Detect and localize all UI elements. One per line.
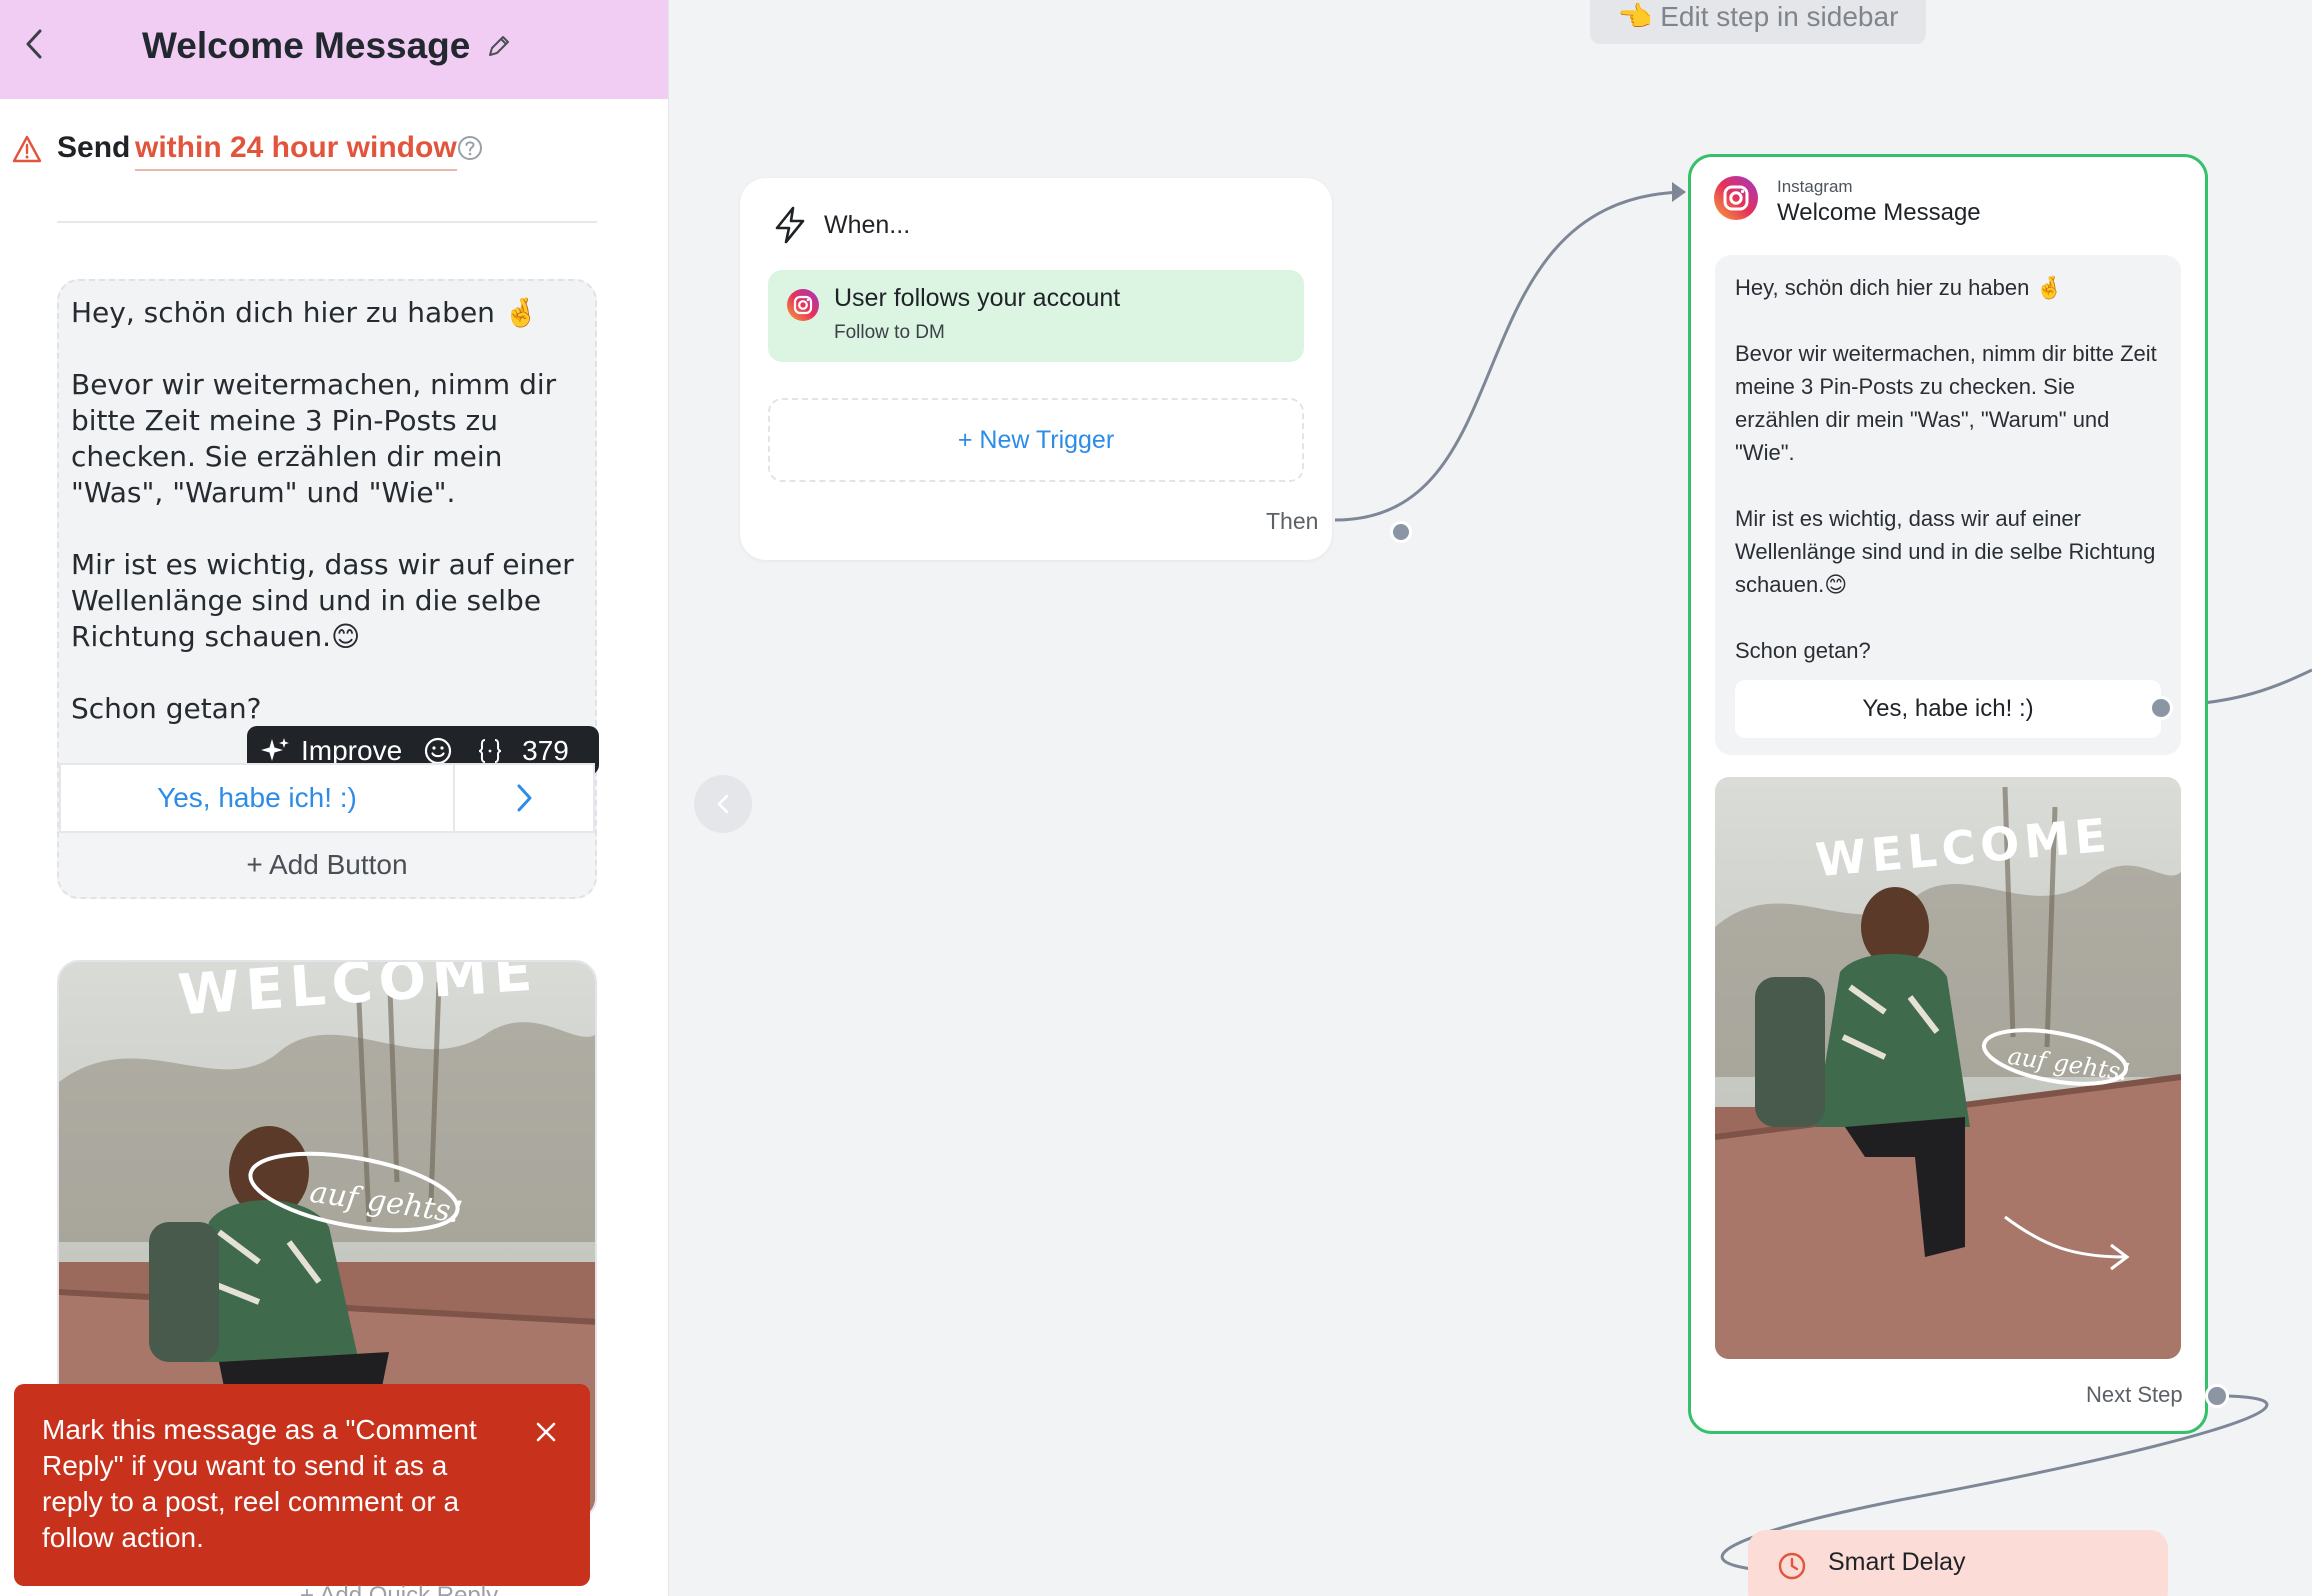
trigger-title: User follows your account (834, 284, 1121, 312)
message-preview-text: Hey, schön dich hier zu haben 🤞 Bevor wi… (1735, 275, 2157, 663)
then-label: Then (1266, 508, 1319, 534)
sidebar-header: Welcome Message (0, 0, 668, 99)
clock-icon (1778, 1552, 1806, 1580)
chevron-left-icon (717, 794, 729, 814)
trigger-heading: When... (824, 210, 911, 239)
message-bubble: Hey, schön dich hier zu haben 🤞 Bevor wi… (1715, 255, 2181, 755)
instagram-icon (787, 289, 819, 321)
sparkles-icon (261, 737, 289, 761)
pencil-icon (489, 36, 509, 56)
toast-message: Mark this message as a "Comment Reply" i… (42, 1414, 477, 1553)
comment-reply-toast: Mark this message as a "Comment Reply" i… (14, 1384, 590, 1586)
lightning-icon (775, 206, 805, 244)
question-circle-icon[interactable] (456, 134, 484, 162)
trigger-item[interactable]: User follows your account Follow to DM (768, 270, 1304, 362)
warning-triangle-icon (12, 135, 42, 163)
step-sidebar: Welcome Message Send within 24 hour wind… (0, 0, 669, 1596)
message-preview-button[interactable]: Yes, habe ich! :) (1735, 680, 2161, 738)
message-node[interactable]: Instagram Welcome Message Hey, schön dic… (1688, 154, 2208, 1434)
message-preview-image: auf gehts! WELCOME (1715, 777, 2181, 1359)
message-button-label: Yes, habe ich! :) (157, 782, 357, 813)
next-step-label: Next Step (2086, 1382, 2183, 1407)
braces-icon (479, 738, 502, 763)
message-card: Hey, schön dich hier zu haben 🤞 Bevor wi… (57, 279, 599, 899)
character-count: 379 (522, 734, 569, 766)
collapse-sidebar-button[interactable] (694, 775, 752, 833)
send-window-row: Send within 24 hour window (0, 122, 668, 178)
message-text-editor[interactable]: Hey, schön dich hier zu haben 🤞 Bevor wi… (59, 281, 595, 763)
trigger-node[interactable]: When... User follows your account Follow… (740, 178, 1412, 560)
button-connector-handle[interactable] (2149, 696, 2173, 720)
edge-arrow (1672, 182, 1686, 202)
send-window-link[interactable]: within 24 hour window (135, 128, 457, 171)
divider (57, 221, 597, 223)
new-trigger-button[interactable]: + New Trigger (768, 398, 1304, 482)
instagram-icon (1714, 176, 1758, 220)
send-label: Send (57, 131, 131, 164)
trigger-subtitle: Follow to DM (834, 322, 945, 343)
node-platform-label: Instagram (1777, 177, 1853, 196)
smart-delay-label: Smart Delay (1828, 1548, 1966, 1576)
toast-close-button[interactable] (528, 1414, 564, 1450)
trigger-header: When... (772, 200, 910, 250)
then-connector-handle[interactable] (1390, 521, 1412, 543)
message-button[interactable]: Yes, habe ich! :) (59, 763, 595, 833)
chevron-right-icon[interactable] (455, 782, 593, 814)
welcome-photo: auf gehts! WELCOME (1715, 777, 2181, 1359)
edit-in-sidebar-hint: 👈 Edit step in sidebar (1590, 0, 1926, 44)
node-title: Welcome Message (1777, 199, 1981, 226)
close-icon (536, 1422, 556, 1442)
next-step-connector-handle[interactable] (2205, 1384, 2229, 1408)
improve-label: Improve (301, 734, 403, 766)
back-button[interactable] (12, 22, 56, 66)
edit-title-button[interactable] (481, 28, 517, 64)
smiley-icon (425, 737, 452, 764)
sidebar-title: Welcome Message (142, 25, 471, 66)
flow-canvas[interactable]: 👈 Edit step in sidebar When... User foll… (670, 0, 2312, 1596)
add-quick-reply-button[interactable]: + Add Quick Reply (300, 1582, 498, 1596)
add-button[interactable]: + Add Button (59, 833, 595, 897)
edge-trigger-to-message (1334, 190, 1683, 522)
chevron-left-icon (26, 29, 42, 59)
smart-delay-node[interactable]: Smart Delay (1748, 1530, 2168, 1596)
